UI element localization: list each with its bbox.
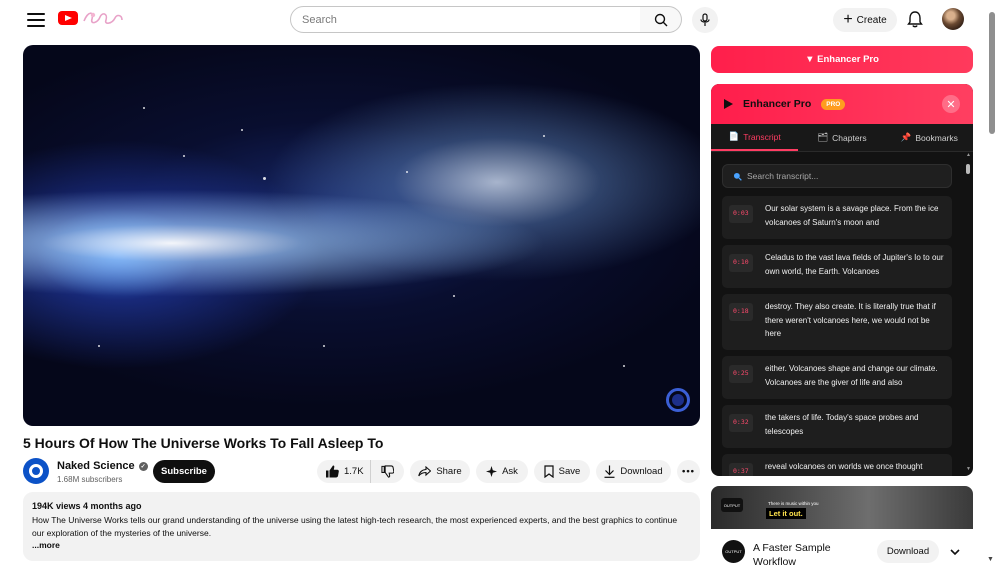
menu-icon[interactable] [26,10,46,30]
segment-text: reveal volcanoes on worlds we once thoug… [765,462,923,471]
voice-search-button[interactable] [692,7,718,33]
enhancer-panel: Enhancer Pro PRO ✕ 📄 Transcript 🗂 Chapte… [711,84,973,476]
transcript-segment[interactable]: 0:25 either. Volcanoes shape and change … [722,356,952,399]
subscribe-button[interactable]: Subscribe [153,460,215,483]
chevron-down-icon[interactable] [948,545,962,559]
plus-icon: + [843,11,853,28]
subscriber-count: 1.68M subscribers [57,475,123,484]
share-label: Share [436,466,462,477]
verified-check-icon: ✓ [138,461,148,471]
notifications-bell-icon[interactable] [905,9,925,29]
like-dislike-group: 1.7K [317,460,404,483]
user-avatar[interactable] [942,8,964,30]
segment-text: Celadus to the vast lava fields of Jupit… [765,253,944,276]
enhancer-pro-toggle-button[interactable]: ▼ Enhancer Pro [711,46,973,73]
segment-timestamp[interactable]: 0:03 [729,205,753,223]
search-placeholder: Search [302,13,337,26]
youtube-logo[interactable] [58,9,124,27]
microphone-icon [700,13,710,26]
transcript-search-input[interactable]: Search transcript... [722,164,952,188]
scroll-down-arrow-icon[interactable]: ▼ [987,556,994,563]
channel-name-text: Naked Science [57,460,135,472]
panel-scroll-down-icon[interactable]: ▼ [966,466,971,472]
tab-chapters[interactable]: 🗂 Chapters [798,124,885,151]
suggested-channel-avatar[interactable]: OUTPUT [722,540,745,563]
like-count: 1.7K [344,466,364,477]
search-button[interactable] [640,6,682,33]
panel-scroll-up-icon[interactable]: ▲ [966,152,971,158]
doodle-logo-icon [83,12,123,24]
download-label: Download [620,466,663,477]
segment-text: destroy. They also create. It is literal… [765,302,936,338]
like-button[interactable]: 1.7K [317,460,371,483]
tab-bookmarks-label: Bookmarks [915,132,958,143]
thumbs-down-icon [381,465,394,478]
thumbnail-small-text: There is music within you [768,501,819,506]
segment-timestamp[interactable]: 0:37 [729,463,753,476]
video-player[interactable] [23,45,700,426]
transcript-segment[interactable]: 0:37 reveal volcanoes on worlds we once … [722,454,952,476]
video-title: 5 Hours Of How The Universe Works To Fal… [23,435,384,451]
create-button[interactable]: + Create [833,8,897,32]
save-button[interactable]: Save [534,460,590,483]
pin-icon: 📌 [900,132,912,142]
top-bar: Search + Create [0,0,1005,40]
page-scrollbar-thumb[interactable] [989,12,995,134]
panel-title: Enhancer Pro [743,98,812,110]
chapters-icon: 🗂 [817,132,829,142]
output-logo: OUTPUT [721,498,743,512]
thumbnail-caption: Let it out. [766,508,806,519]
bookmark-icon [544,465,554,478]
segment-text: the takers of life. Today's space probes… [765,413,919,436]
share-button[interactable]: Share [410,460,470,483]
panel-tabs: 📄 Transcript 🗂 Chapters 📌 Bookmarks [711,124,973,152]
download-button[interactable]: Download [596,460,671,483]
suggested-thumbnail[interactable]: OUTPUT There is music within you Let it … [711,486,973,529]
tab-chapters-label: Chapters [832,132,867,143]
segment-timestamp[interactable]: 0:10 [729,254,753,272]
channel-name[interactable]: Naked Science ✓ [57,460,148,472]
description-box[interactable]: 194K views 4 months ago How The Universe… [23,492,700,561]
search-icon [654,13,667,26]
transcript-segment[interactable]: 0:32 the takers of life. Today's space p… [722,405,952,448]
ask-button[interactable]: Ask [476,460,528,483]
channel-avatar[interactable] [23,458,49,484]
search-icon [733,172,742,181]
create-label: Create [856,14,887,26]
segment-text: either. Volcanoes shape and change our c… [765,364,938,387]
tab-transcript[interactable]: 📄 Transcript [711,124,799,151]
pro-badge: PRO [821,98,846,110]
sparkle-icon [486,466,498,477]
description-text: How The Universe Works tells our grand u… [32,515,678,538]
download-icon [604,465,615,478]
save-label: Save [558,466,581,477]
view-count-and-date: 194K views 4 months ago [32,501,142,511]
segment-timestamp[interactable]: 0:18 [729,303,753,321]
dislike-button[interactable] [371,460,404,483]
thumbs-up-icon [326,465,339,478]
transcript-segment[interactable]: 0:03 Our solar system is a savage place.… [722,196,952,239]
suggested-download-button[interactable]: Download [877,540,939,563]
more-actions-button[interactable]: ••• [677,460,700,483]
youtube-play-icon [58,11,78,25]
tab-transcript-label: Transcript [743,131,781,142]
transcript-segment[interactable]: 0:10 Celadus to the vast lava fields of … [722,245,952,288]
segment-text: Our solar system is a savage place. From… [765,204,939,227]
share-arrow-icon [418,466,432,477]
play-icon [724,99,733,109]
segment-timestamp[interactable]: 0:32 [729,414,753,432]
close-icon[interactable]: ✕ [942,95,960,113]
transcript-segment[interactable]: 0:18 destroy. They also create. It is li… [722,294,952,350]
tab-bookmarks[interactable]: 📌 Bookmarks [886,124,973,151]
transcript-search-placeholder: Search transcript... [747,171,819,181]
show-more-link[interactable]: ...more [32,540,691,550]
search-input[interactable]: Search [290,6,641,33]
panel-header: Enhancer Pro PRO ✕ [711,84,973,124]
panel-scrollbar-thumb[interactable] [966,164,970,174]
segment-timestamp[interactable]: 0:25 [729,365,753,383]
document-icon: 📄 [728,131,740,141]
ask-label: Ask [502,466,518,477]
channel-watermark-icon[interactable] [666,388,690,412]
